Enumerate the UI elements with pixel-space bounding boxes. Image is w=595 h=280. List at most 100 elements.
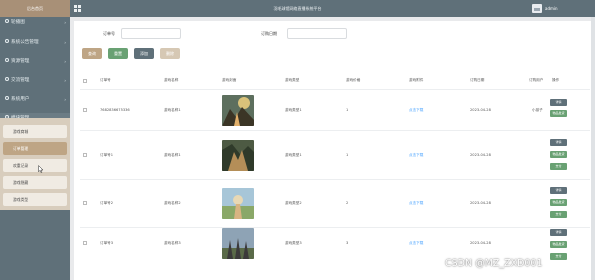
table-row: 订单号1 游戏名称1 游戏类型1 1 点击下载 2023-04-28 详情 物品… (80, 131, 590, 180)
submenu-item-orders[interactable]: 订单管理 (3, 142, 67, 155)
cell-type: 游戏类型1 (285, 108, 302, 112)
cell-user: 小孩子 (532, 108, 543, 112)
ship-button[interactable]: 物品发货 (550, 199, 567, 206)
cell-price: 1 (346, 108, 349, 112)
col-attachment: 游戏附件 (409, 78, 424, 82)
col-date: 订购日期 (470, 78, 485, 82)
submenu-item-records[interactable]: 欢重记录 (3, 159, 67, 172)
cell-order-no: 订单号1 (100, 153, 114, 157)
sidebar-item-label: 系统用户 (11, 97, 30, 102)
pay-button[interactable]: 支付 (550, 211, 567, 218)
submenu-item-game-mall[interactable]: 游戏商城 (3, 125, 67, 138)
app-window: 后台首页 羽毛球馆网络直播系统平台 admin 轮播图 › 系统公告管理 › 资源管… (0, 0, 595, 280)
sidebar-item-label: 轮播图 (11, 20, 25, 25)
pay-button[interactable]: 支付 (550, 163, 567, 170)
watermark: CSDN @MZ_ZXD001 (445, 258, 543, 269)
sidebar-item-carousel[interactable]: 轮播图 › (0, 17, 70, 29)
ship-button[interactable]: 物品发货 (550, 110, 567, 117)
row-checkbox[interactable] (83, 153, 87, 157)
detail-button[interactable]: 详情 (550, 187, 567, 194)
col-user: 订购用户 (529, 78, 544, 82)
reset-button[interactable]: 重置 (108, 48, 128, 59)
col-order-no: 订单号 (100, 78, 111, 82)
cell-price: 3 (346, 241, 349, 245)
chevron-right-icon: › (64, 78, 66, 83)
cell-price: 1 (346, 153, 349, 157)
row-checkbox[interactable] (83, 241, 87, 245)
user-icon (5, 96, 9, 101)
sidebar-item-label: 交流管理 (11, 78, 30, 83)
sidebar-item-users[interactable]: 系统用户 › (0, 94, 70, 106)
download-link[interactable]: 点击下载 (409, 241, 423, 246)
chevron-right-icon: › (64, 97, 66, 102)
mouse-cursor-icon (38, 165, 44, 173)
top-bar: 后台首页 羽毛球馆网络直播系统平台 admin (0, 0, 595, 17)
chat-icon (5, 77, 9, 82)
game-cover-image (222, 228, 254, 259)
row-checkbox[interactable] (83, 108, 87, 112)
avatar[interactable] (532, 4, 542, 13)
cell-game-name: 游戏名称3 (164, 241, 181, 245)
sidebar-item-label: 资源管理 (11, 59, 30, 64)
sidebar-item-label: 系统公告管理 (11, 40, 39, 45)
cell-game-name: 游戏名称1 (164, 153, 181, 157)
submenu: 游戏商城 订单管理 欢重记录 游戏隐藏 游戏类型 (0, 118, 70, 210)
sidebar-item-exchange[interactable]: 交流管理 › (0, 75, 70, 87)
cell-date: 2023-04-28 (470, 108, 491, 112)
submenu-item-hidden[interactable]: 游戏隐藏 (3, 176, 67, 189)
col-type: 游戏类型 (285, 78, 300, 82)
sidebar-item-announcements[interactable]: 系统公告管理 › (0, 37, 70, 49)
chevron-right-icon: › (64, 59, 66, 64)
cell-order-no: 订单号3 (100, 241, 114, 245)
scrollbar[interactable] (591, 17, 595, 280)
chevron-right-icon: › (64, 20, 66, 25)
cell-order-no: 订单号2 (100, 201, 114, 205)
pay-button[interactable]: 支付 (550, 253, 567, 260)
orders-table: 订单号 游戏名称 游戏封面 游戏类型 游戏价格 游戏附件 订购日期 订购用户 操… (80, 71, 590, 280)
detail-button[interactable]: 详情 (550, 139, 567, 146)
pin-icon (5, 58, 9, 63)
bell-icon (5, 39, 9, 44)
ship-button[interactable]: 物品发货 (550, 151, 567, 158)
ship-button[interactable]: 物品发货 (550, 241, 567, 248)
table-row: 7682836675336 游戏名称1 游戏类型1 1 点击下载 2023-04… (80, 90, 590, 131)
cell-type: 游戏类型2 (285, 201, 302, 205)
query-button[interactable]: 查询 (82, 48, 102, 59)
col-actions: 操作 (552, 78, 560, 82)
download-link[interactable]: 点击下载 (409, 201, 423, 206)
order-date-label: 订购日期 (261, 31, 277, 36)
cell-date: 2023-04-28 (470, 201, 491, 205)
detail-button[interactable]: 详情 (550, 229, 567, 236)
sidebar-item-resources[interactable]: 资源管理 › (0, 56, 70, 68)
download-link[interactable]: 点击下载 (409, 153, 423, 158)
system-title: 羽毛球馆网络直播系统平台 (273, 6, 322, 11)
detail-button[interactable]: 详情 (550, 99, 567, 106)
select-all-checkbox[interactable] (83, 79, 87, 83)
game-cover-image (222, 95, 254, 126)
download-link[interactable]: 点击下载 (409, 108, 423, 113)
cell-date: 2023-04-28 (470, 241, 491, 245)
cell-type: 游戏类型3 (285, 241, 302, 245)
table-row: 订单号3 游戏名称3 游戏类型3 3 点击下载 2023-04-28 详情 物品… (80, 228, 590, 280)
image-icon (5, 19, 9, 24)
user-name[interactable]: admin (545, 0, 558, 17)
col-cover: 游戏封面 (222, 78, 237, 82)
cell-game-name: 游戏名称2 (164, 201, 181, 205)
cell-game-name: 游戏名称1 (164, 108, 181, 112)
cell-price: 2 (346, 201, 349, 205)
submenu-item-game-types[interactable]: 游戏类型 (3, 193, 67, 206)
col-price: 游戏价格 (346, 78, 361, 82)
delete-button[interactable]: 删除 (160, 48, 180, 59)
table-row: 订单号2 游戏名称2 游戏类型2 2 点击下载 2023-04-28 详情 物品… (80, 180, 590, 228)
col-game-name: 游戏名称 (164, 78, 179, 82)
order-date-input[interactable] (287, 28, 347, 39)
order-no-label: 订单号 (103, 31, 115, 36)
row-checkbox[interactable] (83, 201, 87, 205)
order-no-input[interactable] (121, 28, 181, 39)
cell-date: 2023-04-28 (470, 153, 491, 157)
add-button[interactable]: 添加 (134, 48, 154, 59)
table-header: 订单号 游戏名称 游戏封面 游戏类型 游戏价格 游戏附件 订购日期 订购用户 操… (80, 71, 590, 90)
cell-type: 游戏类型1 (285, 153, 302, 157)
chevron-right-icon: › (64, 40, 66, 45)
cell-order-no: 7682836675336 (100, 108, 130, 112)
